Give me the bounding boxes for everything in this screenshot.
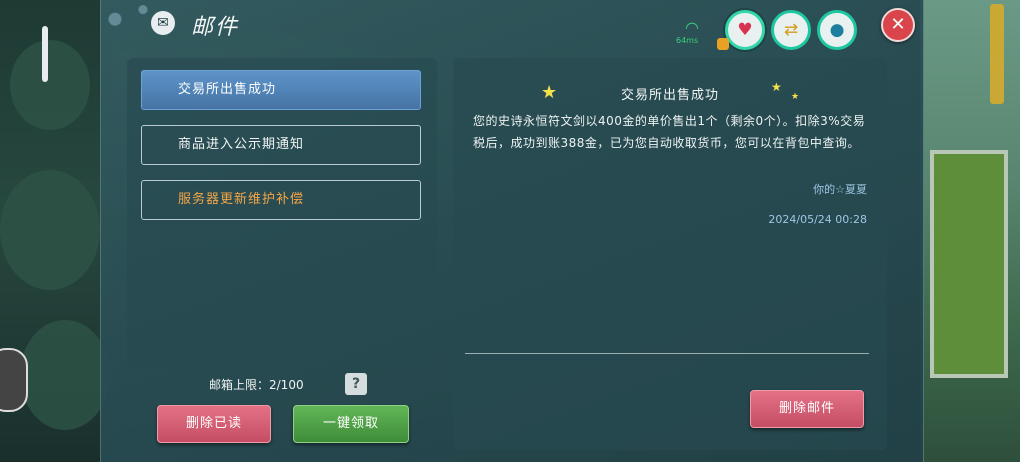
claim-all-button[interactable]: 一键领取 [293,405,409,443]
mail-item-exchange-sold[interactable]: 交易所出售成功 [141,70,421,110]
title-bar: ✉ 邮件 ◠ 64ms ♥ ⇄ ● ✕ [101,0,923,50]
mail-icon: ✉ [151,11,175,35]
mail-sender: 你的☆夏夏 [813,183,867,196]
mail-body: 您的史诗永恒符文剑以400金的单价售出1个（剩余0个）。扣除3%交易税后，成功到… [473,114,866,150]
side-avatar[interactable] [0,348,28,412]
mailbox-capacity: 邮箱上限：2/100 [209,378,304,392]
help-icon[interactable]: ? [345,373,367,395]
mail-date: 2024/05/24 00:28 [768,213,867,226]
mail-list-panel: 交易所出售成功 商品进入公示期通知 服务器更新维护补偿 [127,58,437,366]
screen-drag-handle[interactable] [42,26,48,82]
lock-icon [717,38,729,50]
signal-icon: ◠ [685,18,699,37]
network-latency: 64ms [676,36,699,45]
water-drop-icon[interactable]: ● [817,10,857,50]
mail-title: 交易所出售成功 [620,88,719,103]
heart-icon[interactable]: ♥ [725,10,765,50]
delete-read-button[interactable]: 删除已读 [157,405,271,443]
delete-mail-button[interactable]: 删除邮件 [750,390,864,428]
game-world-right [920,0,1020,462]
mail-window: ✉ 邮件 ◠ 64ms ♥ ⇄ ● ✕ 交易所出售成功 商品进入公示期通知 服务… [100,0,924,462]
divider [465,353,869,354]
mail-item-publicity-notice[interactable]: 商品进入公示期通知 [141,125,421,165]
yellow-post [990,4,1004,104]
coin-swap-icon[interactable]: ⇄ [771,10,811,50]
window-title: 邮件 [191,15,240,40]
mail-item-maintenance-compensation[interactable]: 服务器更新维护补偿 [141,180,421,220]
close-button[interactable]: ✕ [881,8,915,42]
mail-detail-panel: ★ ★ ★ 交易所出售成功 您的史诗永恒符文剑以400金的单价售出1个（剩余0个… [453,58,887,450]
grass-yard [930,150,1008,378]
